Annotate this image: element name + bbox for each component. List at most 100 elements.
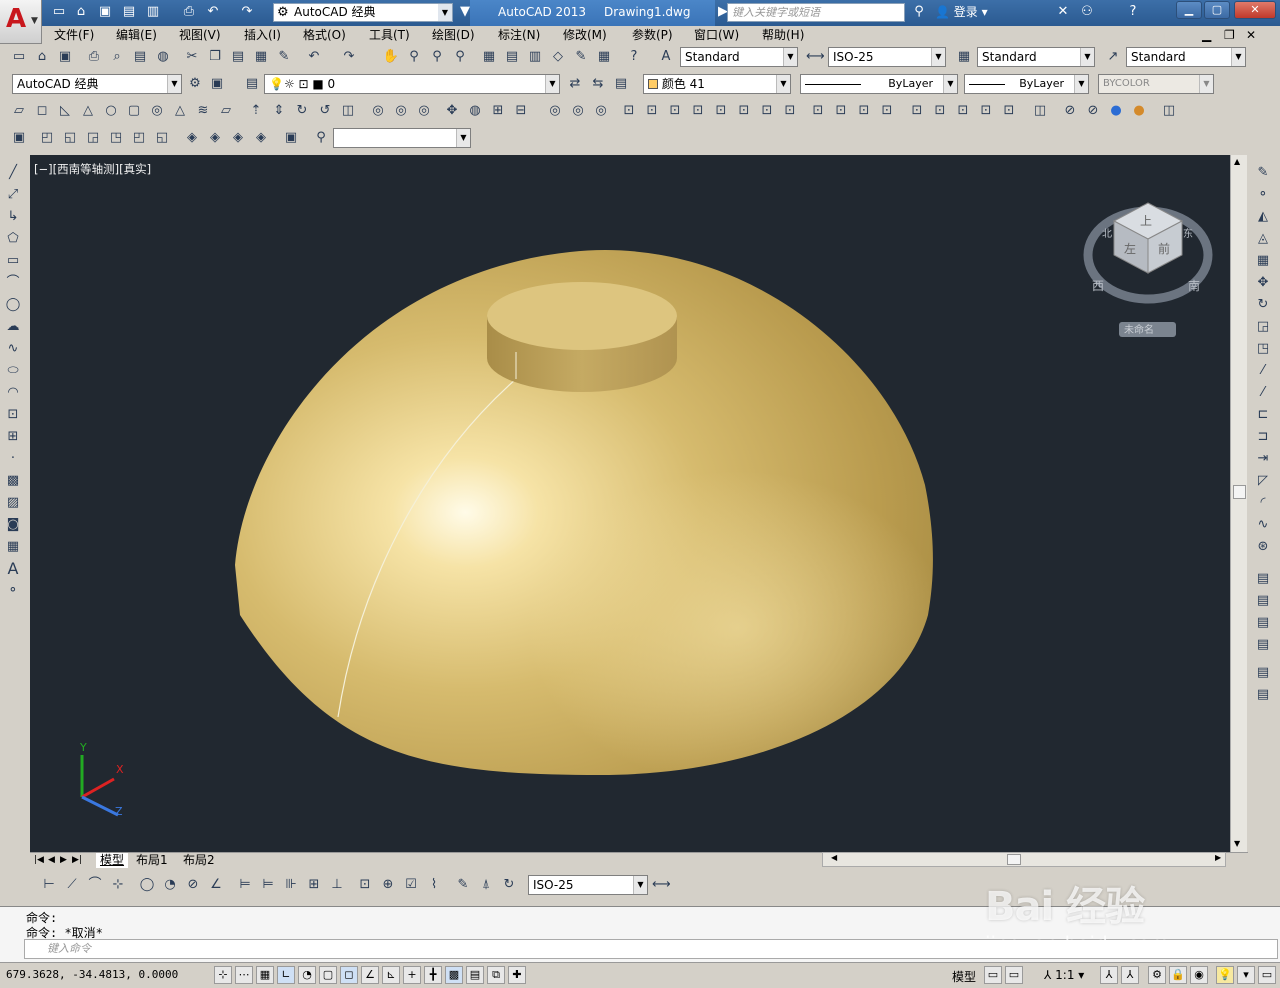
2d-wireframe-icon[interactable]: ⊘ (1061, 102, 1079, 120)
bring-above-icon[interactable]: ▤ (1254, 636, 1272, 654)
explode-icon[interactable]: ⊛ (1254, 538, 1272, 556)
check-icon[interactable]: ⊡ (954, 102, 972, 120)
object-snap-icon[interactable]: ▢ (319, 966, 337, 984)
save-icon[interactable]: ▣ (56, 48, 74, 66)
multiline-text-icon[interactable]: A (4, 560, 22, 578)
ellipse-icon[interactable]: ⬭ (4, 362, 22, 380)
lineweight-icon[interactable]: ╋ (424, 966, 442, 984)
sphere-icon[interactable]: ○ (102, 102, 120, 120)
auto-scale-icon[interactable]: ⅄ (1121, 966, 1139, 984)
ellipse-arc-icon[interactable]: ◠ (4, 384, 22, 402)
visual-styles-icon[interactable]: ◫ (1031, 102, 1049, 120)
nw-iso-icon[interactable]: ◈ (252, 129, 270, 147)
binoculars-icon[interactable]: ⚲ (910, 3, 928, 21)
color-edges-icon[interactable]: ⊡ (832, 102, 850, 120)
selection-cycling-icon[interactable]: ⧉ (487, 966, 505, 984)
tab-last-icon[interactable]: ▶| (72, 853, 82, 868)
table-icon[interactable]: ▦ (4, 538, 22, 556)
extrude-faces-icon[interactable]: ⊡ (620, 102, 638, 120)
dim-text-edit-icon[interactable]: ⍋ (477, 876, 495, 894)
quick-view-drawings-icon[interactable]: ▭ (1005, 966, 1023, 984)
status-menu-icon[interactable]: ▾ (1237, 966, 1255, 984)
make-layer-current-icon[interactable]: ⇄ (566, 75, 584, 93)
model-space-label[interactable]: 模型 (952, 968, 976, 985)
workspace-select[interactable]: ⚙ AutoCAD 经典 ▼ (273, 3, 453, 22)
sw-iso-icon[interactable]: ◈ (183, 129, 201, 147)
section-icon[interactable]: ⊡ (1000, 102, 1018, 120)
linetype-select[interactable]: ByLayer ▼ (800, 74, 958, 94)
sheet-set-icon[interactable]: ◇ (549, 48, 567, 66)
3d-print-icon[interactable]: ◍ (154, 48, 172, 66)
dim-style-icon[interactable]: ⟷ (806, 48, 825, 66)
spline-icon[interactable]: ∿ (4, 340, 22, 358)
camera-icon[interactable]: ▣ (282, 129, 300, 147)
grid-display-icon[interactable]: ▦ (256, 966, 274, 984)
tab-layout1[interactable]: 布局1 (136, 853, 168, 868)
diameter-icon[interactable]: ⊘ (184, 876, 202, 894)
menu-insert[interactable]: 插入(I) (244, 27, 281, 43)
conceptual-icon[interactable]: ● (1130, 102, 1148, 120)
color-select[interactable]: 颜色 41 ▼ (643, 74, 791, 94)
copy-edges-icon[interactable]: ⊡ (809, 102, 827, 120)
left-view-icon[interactable]: ◲ (84, 129, 102, 147)
tab-layout2[interactable]: 布局2 (183, 853, 215, 868)
right-view-icon[interactable]: ◳ (107, 129, 125, 147)
zoom-realtime-icon[interactable]: ⚲ (405, 48, 423, 66)
draw-order-icon[interactable]: ▤ (1254, 570, 1272, 588)
extrude-icon[interactable]: ⇡ (247, 102, 265, 120)
text-style-select[interactable]: Standard ▼ (680, 47, 798, 67)
transparency-icon[interactable]: ▩ (445, 966, 463, 984)
named-views-icon[interactable]: ▣ (10, 129, 28, 147)
undo-icon[interactable]: ↶ (305, 48, 323, 66)
array-icon[interactable]: ▦ (1254, 252, 1272, 270)
layer-select[interactable]: 💡☼ ⊡ ■ 0 ▼ (264, 74, 560, 94)
tab-first-icon[interactable]: |◀ (34, 853, 44, 868)
new-file-icon[interactable]: ▭ (50, 3, 68, 21)
center-mark-icon[interactable]: ⊕ (379, 876, 397, 894)
menu-close-icon[interactable]: ✕ (1246, 27, 1256, 43)
menu-file[interactable]: 文件(F) (54, 27, 94, 43)
circle-icon[interactable]: ◯ (4, 296, 22, 314)
dim-style-select[interactable]: ISO-25 ▼ (828, 47, 946, 67)
markup-icon[interactable]: ✎ (572, 48, 590, 66)
planar-surface-icon[interactable]: ▱ (217, 102, 235, 120)
add-selected-icon[interactable]: ⚬ (4, 582, 22, 600)
login-button[interactable]: 👤 登录 ▾ (935, 3, 988, 21)
hatch-icon[interactable]: ▩ (4, 472, 22, 490)
hardware-acceleration-icon[interactable]: ◉ (1190, 966, 1208, 984)
workspace-save-icon[interactable]: ▣ (208, 75, 226, 93)
undo-icon[interactable]: ↶ (204, 3, 222, 21)
visual-style-manager-icon[interactable]: ◫ (1160, 102, 1178, 120)
break-icon[interactable]: ⊐ (1254, 428, 1272, 446)
send-to-back-icon[interactable]: ▤ (1254, 614, 1272, 632)
arc-icon[interactable]: ⌒ (4, 274, 22, 292)
solid-union-icon[interactable]: ◎ (546, 102, 564, 120)
hatch-to-back-icon[interactable]: ▤ (1254, 686, 1272, 704)
fillet-icon[interactable]: ◜ (1254, 494, 1272, 512)
erase-icon[interactable]: ✎ (1254, 164, 1272, 182)
publish-icon[interactable]: ▤ (131, 48, 149, 66)
construction-line-icon[interactable]: ⤢ (4, 186, 22, 204)
table-style-select[interactable]: Standard ▼ (977, 47, 1095, 67)
viewcube[interactable]: 上 左 前 北 东 西 南 未命名 (1083, 202, 1213, 337)
revcloud-icon[interactable]: ☁ (4, 318, 22, 336)
tolerance-icon[interactable]: ⊡ (356, 876, 374, 894)
open-icon[interactable]: ⌂ (33, 48, 51, 66)
match-properties-icon[interactable]: ▦ (252, 48, 270, 66)
minimize-button[interactable]: ▁ (1176, 1, 1202, 19)
quickcalc-icon[interactable]: ▦ (595, 48, 613, 66)
plot-icon[interactable]: ⎙ (85, 48, 103, 66)
help-icon[interactable]: ? (625, 48, 643, 66)
menu-parametric[interactable]: 参数(P) (632, 27, 673, 43)
snap-mode-icon[interactable]: ⋯ (235, 966, 253, 984)
scroll-thumb[interactable] (1233, 485, 1246, 499)
move-icon[interactable]: ✥ (1254, 274, 1272, 292)
box-icon[interactable]: ◻ (33, 102, 51, 120)
isolate-objects-icon[interactable]: 💡 (1216, 966, 1234, 984)
ordinate-icon[interactable]: ⊹ (109, 876, 127, 894)
top-view-icon[interactable]: ◰ (38, 129, 56, 147)
object-snap-tracking-icon[interactable]: ∠ (361, 966, 379, 984)
clean-screen-icon[interactable]: ▭ (1258, 966, 1276, 984)
angular-icon[interactable]: ∠ (207, 876, 225, 894)
annotation-scale[interactable]: ⅄ 1:1 ▾ (1044, 968, 1084, 982)
